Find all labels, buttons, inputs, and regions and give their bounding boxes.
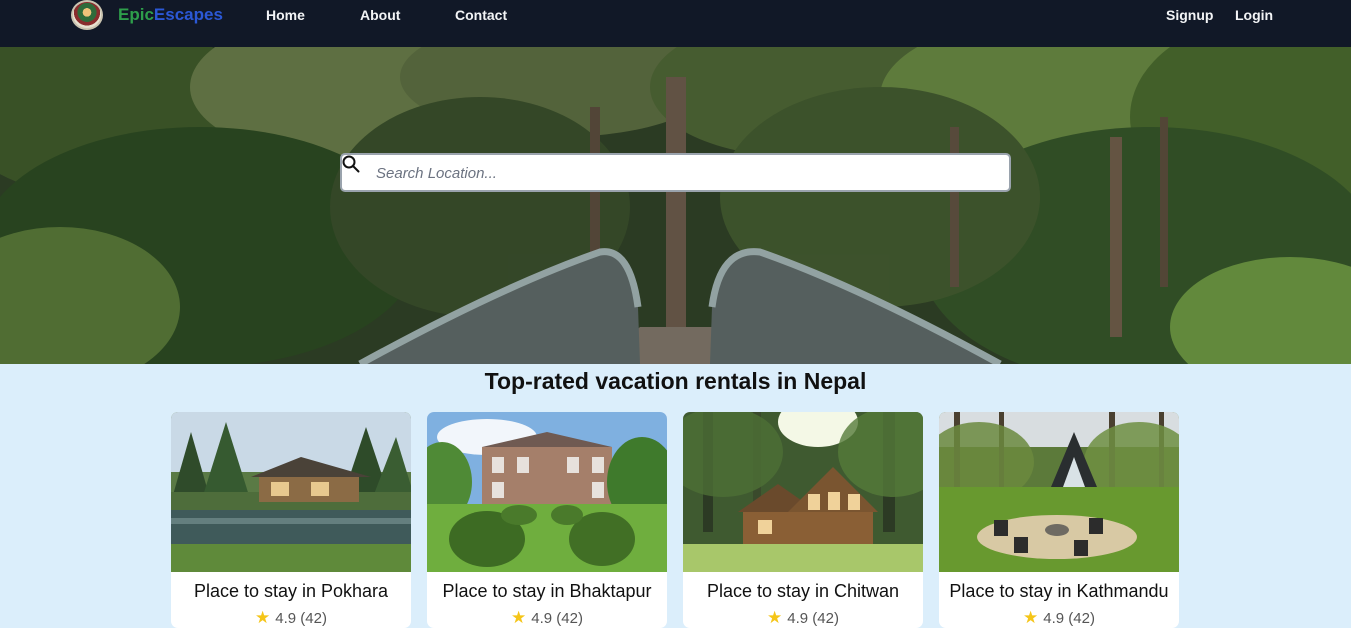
rating-value: 4.9: [787, 610, 809, 627]
rental-title[interactable]: Place to stay in Chitwan: [683, 581, 923, 602]
rental-card-kathmandu[interactable]: Place to stay in Kathmandu ★ 4.9 (42): [939, 412, 1179, 628]
rental-title[interactable]: Place to stay in Kathmandu: [939, 581, 1179, 602]
nav-signup-link[interactable]: Signup: [1166, 7, 1213, 23]
rental-card-pokhara[interactable]: Place to stay in Pokhara ★ 4.9 (42): [171, 412, 411, 628]
search-bar[interactable]: [340, 153, 1011, 192]
star-icon: ★: [1023, 608, 1039, 627]
rental-rating: ★ 4.9 (42): [683, 608, 923, 628]
hero-banner: [0, 47, 1351, 364]
star-icon: ★: [255, 608, 271, 627]
brand-logo[interactable]: EpicEscapes: [118, 5, 223, 25]
rating-value: 4.9: [1043, 610, 1065, 627]
nav-contact-link[interactable]: Contact: [455, 7, 507, 23]
review-count: (42): [1068, 610, 1095, 627]
rental-image-kathmandu[interactable]: [939, 412, 1179, 572]
rental-rating: ★ 4.9 (42): [427, 608, 667, 628]
hero-forest-bridge-image: [0, 47, 1351, 364]
star-icon: ★: [767, 608, 783, 627]
rating-value: 4.9: [531, 610, 553, 627]
brand-escapes: Escapes: [153, 5, 223, 24]
rental-card-chitwan[interactable]: Place to stay in Chitwan ★ 4.9 (42): [683, 412, 923, 628]
review-count: (42): [300, 610, 327, 627]
rental-image-chitwan[interactable]: [683, 412, 923, 572]
rental-image-pokhara[interactable]: [171, 412, 411, 572]
search-input[interactable]: [376, 161, 996, 185]
rental-rating: ★ 4.9 (42): [939, 608, 1179, 628]
brand-epic: Epic: [118, 5, 154, 24]
rating-value: 4.9: [275, 610, 297, 627]
review-count: (42): [812, 610, 839, 627]
section-title: Top-rated vacation rentals in Nepal: [484, 368, 867, 394]
rental-rating: ★ 4.9 (42): [171, 608, 411, 628]
rental-title[interactable]: Place to stay in Bhaktapur: [427, 581, 667, 602]
nav-login-link[interactable]: Login: [1235, 7, 1273, 23]
nav-about-link[interactable]: About: [360, 7, 400, 23]
rental-image-bhaktapur[interactable]: [427, 412, 667, 572]
search-icon[interactable]: [342, 155, 360, 173]
rental-card-bhaktapur[interactable]: Place to stay in Bhaktapur ★ 4.9 (42): [427, 412, 667, 628]
logo-image[interactable]: [71, 0, 103, 30]
navbar: EpicEscapes Home About Contact Signup Lo…: [0, 0, 1351, 47]
review-count: (42): [556, 610, 583, 627]
rental-title[interactable]: Place to stay in Pokhara: [171, 581, 411, 602]
nav-home-link[interactable]: Home: [266, 7, 305, 23]
star-icon: ★: [511, 608, 527, 627]
